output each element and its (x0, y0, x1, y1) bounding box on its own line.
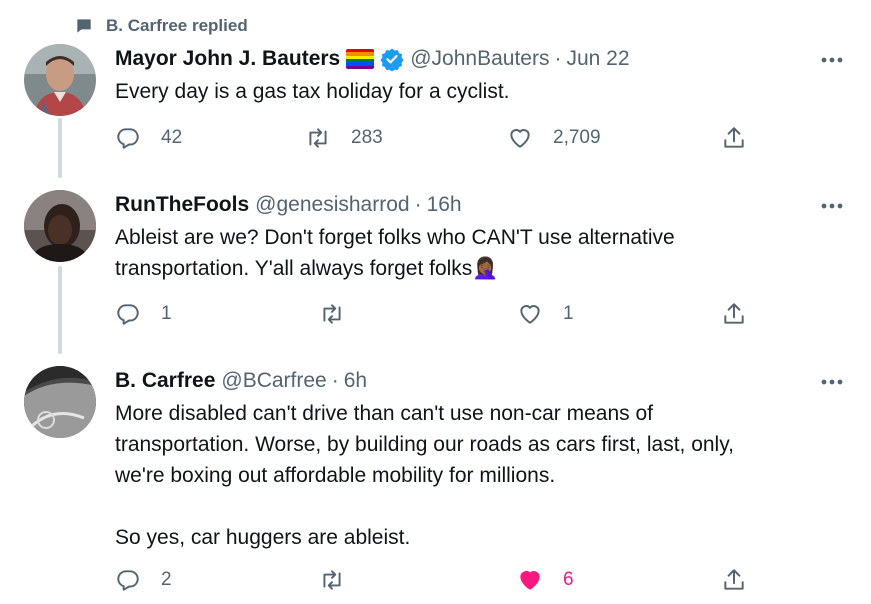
action-bar: 1 1 (115, 298, 755, 330)
tweet-text-content: Ableist are we? Don't forget folks who C… (115, 226, 675, 280)
avatar[interactable] (24, 190, 96, 262)
reply-icon (117, 570, 139, 591)
retweet-button[interactable] (319, 298, 365, 330)
handle[interactable]: @genesisharrod (255, 193, 409, 217)
like-button[interactable]: 2,709 (507, 122, 601, 154)
like-icon (520, 571, 540, 590)
tweet-text: More disabled can't drive than can't use… (115, 402, 734, 549)
reply-icon (117, 304, 139, 325)
reply-count: 42 (161, 127, 183, 148)
like-button[interactable]: 6 (517, 564, 574, 596)
display-name[interactable]: RunTheFools (115, 193, 249, 217)
social-context: B. Carfree replied (74, 12, 248, 40)
handle[interactable]: @BCarfree (221, 369, 326, 393)
reply-context-icon (77, 19, 91, 33)
display-name[interactable]: B. Carfree (115, 369, 215, 393)
retweet-icon (323, 304, 341, 324)
verified-badge-icon (380, 48, 404, 71)
timestamp[interactable]: Jun 22 (566, 47, 629, 71)
avatar[interactable] (24, 44, 96, 116)
like-count: 1 (563, 303, 574, 324)
reply-count: 1 (161, 303, 172, 324)
social-context-text[interactable]: B. Carfree replied (106, 16, 248, 36)
rainbow-flag-icon (346, 49, 375, 69)
avatar[interactable] (24, 366, 96, 438)
retweet-count: 283 (351, 127, 383, 148)
tweet-header: B. Carfree @BCarfree · 6h (115, 366, 367, 396)
share-button[interactable] (721, 298, 747, 330)
like-count: 2,709 (553, 127, 601, 148)
more-icon[interactable] (819, 196, 845, 216)
tweet-text: Every day is a gas tax holiday for a cyc… (115, 80, 510, 103)
retweet-button[interactable] (319, 564, 365, 596)
tweet[interactable]: RunTheFools @genesisharrod · 16h Ableist… (0, 190, 871, 340)
timestamp[interactable]: 6h (344, 369, 367, 393)
reply-button[interactable]: 42 (115, 122, 182, 154)
like-button[interactable]: 1 (517, 298, 574, 330)
tweet-header: RunTheFools @genesisharrod · 16h (115, 190, 462, 220)
retweet-button[interactable]: 283 (305, 122, 383, 154)
tweet[interactable]: Mayor John J. Bauters @JohnBauters · Jun… (0, 44, 871, 174)
tweet[interactable]: B. Carfree @BCarfree · 6h More disabled … (0, 366, 871, 604)
share-button[interactable] (721, 564, 747, 596)
reply-button[interactable]: 1 (115, 298, 172, 330)
facepalm-emoji-icon: 🤦🏾‍♀️ (472, 257, 499, 280)
separator-dot: · (414, 193, 422, 216)
like-count: 6 (563, 569, 574, 590)
handle[interactable]: @JohnBauters (410, 47, 549, 71)
more-icon[interactable] (819, 372, 845, 392)
reply-icon (117, 128, 139, 149)
action-bar: 42 283 2,709 (115, 122, 755, 154)
timestamp[interactable]: 16h (427, 193, 462, 217)
share-button[interactable] (721, 122, 747, 154)
action-bar: 2 6 (115, 564, 755, 596)
share-icon (724, 569, 744, 590)
like-icon (520, 305, 540, 324)
retweet-icon (323, 570, 341, 590)
tweet-header: Mayor John J. Bauters @JohnBauters · Jun… (115, 44, 630, 74)
separator-dot: · (331, 369, 339, 392)
reply-button[interactable]: 2 (115, 564, 172, 596)
tweet-text: Ableist are we? Don't forget folks who C… (115, 222, 835, 284)
more-icon[interactable] (819, 50, 845, 70)
display-name[interactable]: Mayor John J. Bauters (115, 47, 340, 71)
retweet-icon (309, 128, 327, 148)
like-icon (510, 129, 530, 148)
reply-count: 2 (161, 569, 172, 590)
share-icon (724, 303, 744, 324)
share-icon (724, 127, 744, 148)
separator-dot: · (554, 47, 562, 70)
